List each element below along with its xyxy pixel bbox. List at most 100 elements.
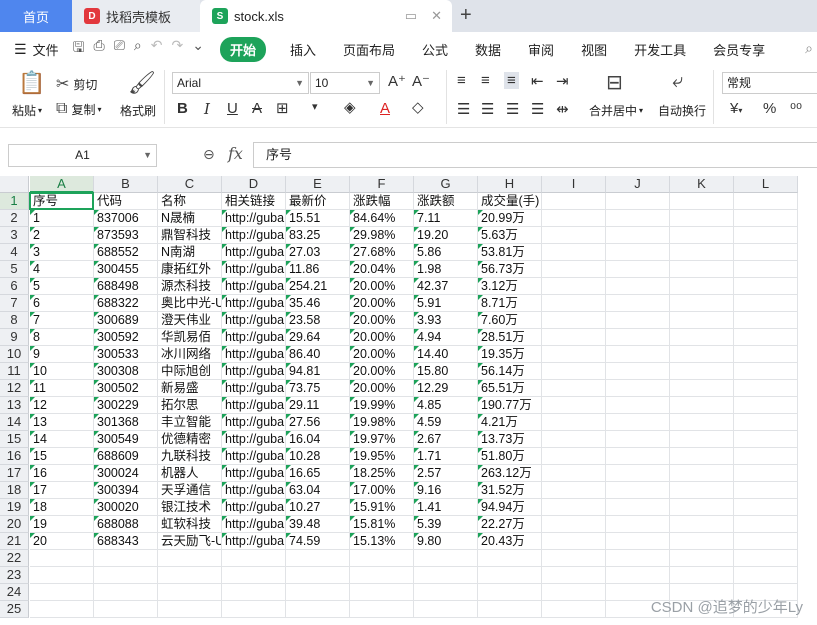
table-cell[interactable]: 5.39 bbox=[414, 516, 478, 533]
fill-color-icon[interactable]: ◈ bbox=[344, 98, 356, 116]
table-cell[interactable]: 300592 bbox=[94, 329, 158, 346]
row-header-16[interactable]: 16 bbox=[0, 448, 29, 465]
empty-cell[interactable] bbox=[542, 482, 606, 499]
empty-cell[interactable] bbox=[734, 346, 798, 363]
table-cell[interactable]: http://guba bbox=[222, 244, 286, 261]
table-cell[interactable]: 27.68% bbox=[350, 244, 414, 261]
merge-icon[interactable]: ⊟ bbox=[606, 70, 623, 95]
table-cell[interactable]: 19 bbox=[30, 516, 94, 533]
table-cell[interactable]: http://guba bbox=[222, 414, 286, 431]
table-cell[interactable]: 天孚通信 bbox=[158, 482, 222, 499]
header-cell[interactable]: 名称 bbox=[158, 193, 222, 210]
align-bottom-icon[interactable]: ≡ bbox=[504, 72, 519, 89]
table-cell[interactable]: 3.93 bbox=[414, 312, 478, 329]
table-cell[interactable]: 7.60万 bbox=[478, 312, 542, 329]
row-header-19[interactable]: 19 bbox=[0, 499, 29, 516]
table-cell[interactable]: 688322 bbox=[94, 295, 158, 312]
table-cell[interactable]: 13.73万 bbox=[478, 431, 542, 448]
column-header-j[interactable]: J bbox=[606, 176, 670, 193]
row-header-4[interactable]: 4 bbox=[0, 244, 29, 261]
column-header-d[interactable]: D bbox=[222, 176, 286, 193]
empty-cell[interactable] bbox=[542, 465, 606, 482]
row-header-21[interactable]: 21 bbox=[0, 533, 29, 550]
table-cell[interactable]: 2 bbox=[30, 227, 94, 244]
table-cell[interactable]: 丰立智能 bbox=[158, 414, 222, 431]
table-cell[interactable]: 13 bbox=[30, 414, 94, 431]
empty-cell[interactable] bbox=[734, 414, 798, 431]
number-format-select[interactable]: 常规 bbox=[722, 72, 817, 94]
empty-cell[interactable] bbox=[734, 533, 798, 550]
empty-cell[interactable] bbox=[542, 295, 606, 312]
empty-cell[interactable] bbox=[542, 567, 606, 584]
empty-cell[interactable] bbox=[734, 261, 798, 278]
format-painter-button[interactable]: 格式刷 bbox=[120, 102, 156, 119]
table-cell[interactable]: 20.99万 bbox=[478, 210, 542, 227]
menu-formula[interactable]: 公式 bbox=[422, 40, 448, 59]
table-cell[interactable]: 688498 bbox=[94, 278, 158, 295]
table-cell[interactable]: http://guba bbox=[222, 499, 286, 516]
tab-file[interactable]: S stock.xls ▭ ✕ bbox=[200, 0, 452, 32]
merge-center-button[interactable]: 合并居中 ▾ bbox=[589, 102, 643, 119]
table-cell[interactable]: 4.94 bbox=[414, 329, 478, 346]
empty-cell[interactable] bbox=[670, 448, 734, 465]
table-cell[interactable]: 20.00% bbox=[350, 380, 414, 397]
empty-cell[interactable] bbox=[158, 584, 222, 601]
table-cell[interactable]: 12 bbox=[30, 397, 94, 414]
bold-icon[interactable]: B bbox=[177, 100, 188, 117]
empty-cell[interactable] bbox=[734, 431, 798, 448]
header-cell[interactable]: 最新价 bbox=[286, 193, 350, 210]
table-cell[interactable]: 301368 bbox=[94, 414, 158, 431]
empty-cell[interactable] bbox=[670, 550, 734, 567]
empty-cell[interactable] bbox=[670, 414, 734, 431]
row-header-8[interactable]: 8 bbox=[0, 312, 29, 329]
row-header-12[interactable]: 12 bbox=[0, 380, 29, 397]
empty-cell[interactable] bbox=[670, 363, 734, 380]
table-cell[interactable]: 机器人 bbox=[158, 465, 222, 482]
empty-cell[interactable] bbox=[670, 397, 734, 414]
empty-cell[interactable] bbox=[670, 567, 734, 584]
fx-icon[interactable]: fx bbox=[228, 144, 243, 163]
table-cell[interactable]: 康拓红外 bbox=[158, 261, 222, 278]
empty-cell[interactable] bbox=[478, 550, 542, 567]
empty-cell[interactable] bbox=[734, 363, 798, 380]
align-middle-icon[interactable]: ≡ bbox=[481, 72, 490, 89]
empty-cell[interactable] bbox=[606, 346, 670, 363]
table-cell[interactable]: 冰川网络 bbox=[158, 346, 222, 363]
empty-cell[interactable] bbox=[286, 584, 350, 601]
empty-cell[interactable] bbox=[670, 278, 734, 295]
table-cell[interactable]: http://guba bbox=[222, 312, 286, 329]
table-cell[interactable]: 20.00% bbox=[350, 346, 414, 363]
table-cell[interactable]: 15.80 bbox=[414, 363, 478, 380]
header-cell[interactable]: 代码 bbox=[94, 193, 158, 210]
table-cell[interactable]: 300308 bbox=[94, 363, 158, 380]
empty-cell[interactable] bbox=[222, 567, 286, 584]
table-cell[interactable]: 3.12万 bbox=[478, 278, 542, 295]
empty-cell[interactable] bbox=[542, 210, 606, 227]
row-header-15[interactable]: 15 bbox=[0, 431, 29, 448]
column-header-e[interactable]: E bbox=[286, 176, 350, 193]
column-header-i[interactable]: I bbox=[542, 176, 606, 193]
empty-cell[interactable] bbox=[222, 550, 286, 567]
menu-member[interactable]: 会员专享 bbox=[713, 40, 765, 59]
empty-cell[interactable] bbox=[286, 601, 350, 618]
column-header-l[interactable]: L bbox=[734, 176, 798, 193]
table-cell[interactable]: 16 bbox=[30, 465, 94, 482]
table-cell[interactable]: 5 bbox=[30, 278, 94, 295]
empty-cell[interactable] bbox=[606, 414, 670, 431]
column-header-h[interactable]: H bbox=[478, 176, 542, 193]
empty-cell[interactable] bbox=[734, 244, 798, 261]
window-icon[interactable]: ▭ bbox=[405, 8, 417, 24]
table-cell[interactable]: 2.57 bbox=[414, 465, 478, 482]
empty-cell[interactable] bbox=[734, 295, 798, 312]
table-cell[interactable]: 190.77万 bbox=[478, 397, 542, 414]
empty-cell[interactable] bbox=[734, 550, 798, 567]
table-cell[interactable]: 7.11 bbox=[414, 210, 478, 227]
table-cell[interactable]: http://guba bbox=[222, 261, 286, 278]
table-cell[interactable]: http://guba bbox=[222, 210, 286, 227]
column-header-c[interactable]: C bbox=[158, 176, 222, 193]
table-cell[interactable]: 35.46 bbox=[286, 295, 350, 312]
empty-cell[interactable] bbox=[542, 244, 606, 261]
empty-cell[interactable] bbox=[542, 380, 606, 397]
table-cell[interactable]: 20.43万 bbox=[478, 533, 542, 550]
empty-cell[interactable] bbox=[670, 499, 734, 516]
